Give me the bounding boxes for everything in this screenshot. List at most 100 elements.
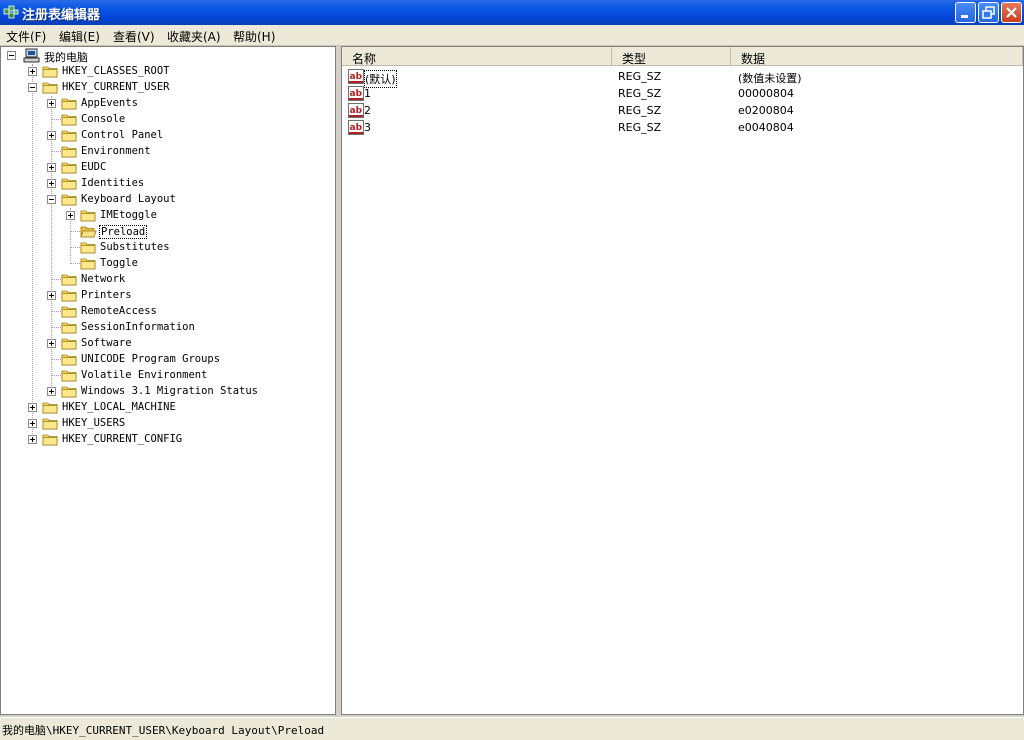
restore-button[interactable] — [978, 2, 999, 23]
tree-item[interactable]: HKEY_CLASSES_ROOT — [26, 64, 326, 80]
value-name: 1 — [364, 87, 371, 100]
tree-item[interactable]: Substitutes — [64, 240, 335, 256]
svg-text:ab: ab — [350, 106, 363, 116]
expand-icon[interactable] — [47, 131, 56, 140]
menu-favorites[interactable]: 收藏夹(A) — [167, 28, 221, 45]
tree-item-label: Keyboard Layout — [81, 193, 176, 205]
folder-icon — [61, 114, 77, 126]
tree-item-label: Preload — [99, 225, 148, 239]
tree-item-label: IMEtoggle — [100, 209, 157, 221]
tree-item[interactable]: Toggle — [64, 256, 335, 272]
expand-icon[interactable] — [28, 419, 37, 428]
tree-item[interactable]: AppEvents — [45, 96, 335, 112]
value-type: REG_SZ — [618, 104, 662, 117]
column-header-name[interactable]: 名称 — [342, 47, 612, 66]
value-row[interactable]: ab 3 REG_SZ e0040804 — [342, 119, 1022, 136]
close-button[interactable] — [1001, 2, 1022, 23]
tree-item[interactable]: HKEY_CURRENT_CONFIG — [26, 432, 326, 448]
tree-item[interactable]: Identities — [45, 176, 335, 192]
tree-item-label: Substitutes — [100, 241, 170, 253]
folder-icon — [61, 274, 77, 286]
expand-icon[interactable] — [28, 435, 37, 444]
folder-icon — [61, 354, 77, 366]
expand-icon[interactable] — [47, 339, 56, 348]
value-row[interactable]: ab 2 REG_SZ e0200804 — [342, 102, 1022, 119]
value-data: 00000804 — [738, 87, 794, 100]
tree-item-label: Network — [81, 273, 126, 285]
tree-item-label: Identities — [81, 177, 145, 189]
tree-item[interactable]: Control Panel — [45, 128, 335, 144]
collapse-icon[interactable] — [28, 83, 37, 92]
menu-edit[interactable]: 编辑(E) — [59, 28, 100, 45]
expand-icon[interactable] — [28, 403, 37, 412]
tree-item-label: RemoteAccess — [81, 305, 157, 317]
tree-item[interactable]: Environment — [45, 144, 335, 160]
title-bar[interactable]: 注册表编辑器 — [0, 0, 1024, 25]
value-row[interactable]: ab 1 REG_SZ 00000804 — [342, 85, 1022, 102]
folder-icon — [80, 210, 96, 222]
tree-item[interactable]: Windows 3.1 Migration Status — [45, 384, 335, 400]
expand-icon[interactable] — [47, 99, 56, 108]
folder-icon — [61, 130, 77, 142]
tree-item-my-computer[interactable]: 我的电脑 — [7, 48, 127, 64]
svg-text:ab: ab — [350, 72, 363, 82]
tree-item[interactable]: HKEY_USERS — [26, 416, 326, 432]
folder-icon — [61, 98, 77, 110]
folder-icon — [42, 82, 58, 94]
expand-icon[interactable] — [47, 387, 56, 396]
folder-icon — [61, 178, 77, 190]
tree-item[interactable]: Preload — [64, 224, 335, 240]
value-type: REG_SZ — [618, 121, 662, 134]
expand-icon[interactable] — [28, 67, 37, 76]
folder-icon — [80, 242, 96, 254]
column-header-type[interactable]: 类型 — [612, 47, 731, 66]
value-row[interactable]: ab (默认) REG_SZ (数值未设置) — [342, 68, 1022, 88]
value-list[interactable]: 名称 类型 数据 ab (默认) REG_SZ (数值未设置) ab 1 REG_SZ 000… — [341, 46, 1024, 715]
expand-icon[interactable] — [47, 179, 56, 188]
tree-item-label: HKEY_LOCAL_MACHINE — [62, 401, 176, 413]
expand-icon[interactable] — [47, 163, 56, 172]
tree-line — [51, 327, 61, 328]
tree-item[interactable]: Console — [45, 112, 335, 128]
tree-item[interactable]: HKEY_LOCAL_MACHINE — [26, 400, 326, 416]
key-tree[interactable]: 我的电脑 HKEY_CLASSES_ROOT HKEY_CURRENT_USER A… — [0, 46, 336, 715]
tree-item[interactable]: UNICODE Program Groups — [45, 352, 335, 368]
tree-line — [51, 119, 61, 120]
tree-line — [51, 359, 61, 360]
tree-item-label: Console — [81, 113, 126, 125]
column-header-data[interactable]: 数据 — [731, 47, 1023, 66]
menu-help[interactable]: 帮助(H) — [233, 28, 275, 45]
expand-icon[interactable] — [47, 291, 56, 300]
tree-line — [70, 263, 80, 264]
tree-item-label: Control Panel — [81, 129, 164, 141]
tree-item[interactable]: SessionInformation — [45, 320, 335, 336]
tree-item-label: HKEY_USERS — [62, 417, 126, 429]
value-name: 3 — [364, 121, 371, 134]
menu-file[interactable]: 文件(F) — [6, 28, 46, 45]
tree-item[interactable]: Printers — [45, 288, 335, 304]
string-value-icon: ab — [348, 103, 364, 118]
tree-item[interactable]: RemoteAccess — [45, 304, 335, 320]
string-value-icon: ab — [348, 86, 364, 101]
expand-icon[interactable] — [66, 211, 75, 220]
value-name: 2 — [364, 104, 371, 117]
tree-item[interactable]: IMEtoggle — [64, 208, 335, 224]
tree-item[interactable]: HKEY_CURRENT_USER — [26, 80, 326, 96]
collapse-icon[interactable] — [7, 51, 16, 60]
tree-item[interactable]: Keyboard Layout — [45, 192, 335, 208]
tree-item[interactable]: Software — [45, 336, 335, 352]
tree-item[interactable]: Volatile Environment — [45, 368, 335, 384]
tree-item-label: Volatile Environment — [81, 369, 208, 381]
folder-icon — [61, 162, 77, 174]
tree-item-label: HKEY_CURRENT_CONFIG — [62, 433, 183, 445]
collapse-icon[interactable] — [47, 195, 56, 204]
tree-line — [51, 311, 61, 312]
tree-item[interactable]: EUDC — [45, 160, 335, 176]
tree-item[interactable]: Network — [45, 272, 335, 288]
minimize-button[interactable] — [955, 2, 976, 23]
menu-view[interactable]: 查看(V) — [113, 28, 155, 45]
tree-line — [51, 279, 61, 280]
svg-text:ab: ab — [350, 123, 363, 133]
tree-item-label: EUDC — [81, 161, 107, 173]
folder-icon — [61, 386, 77, 398]
